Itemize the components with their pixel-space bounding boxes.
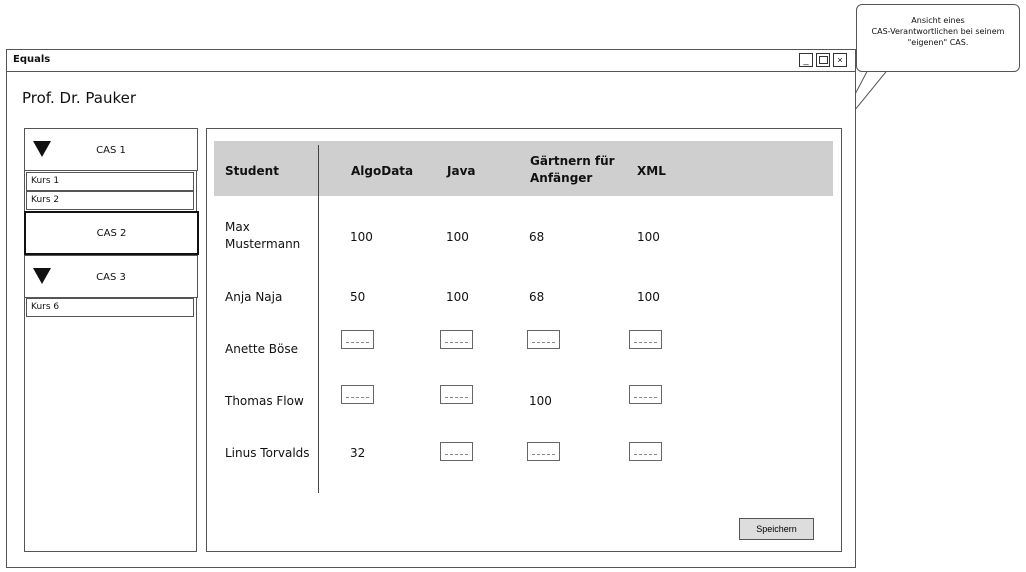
grade-gaertnern: 68 — [529, 290, 545, 304]
annotation-line-2: CAS-Verantwortlichen bei seinem — [871, 27, 1005, 36]
minimize-icon: _ — [803, 55, 809, 65]
close-button[interactable]: × — [833, 53, 847, 67]
maximize-icon — [818, 56, 828, 64]
grade-java: 100 — [446, 230, 469, 244]
header-gaertnern-line-2: Anfänger — [530, 171, 593, 185]
grade-input-xml[interactable] — [629, 330, 662, 349]
window-title: Equals — [13, 54, 51, 65]
cas-1-label: CAS 1 — [96, 145, 126, 156]
kurs-1-item[interactable]: Kurs 1 — [26, 172, 194, 191]
cas-navigation-panel: CAS 1 Kurs 1 Kurs 2 CAS 2 CAS 3 Kurs 6 — [24, 128, 199, 552]
cas-3-header[interactable]: CAS 3 — [24, 255, 198, 298]
cas-2-header-selected[interactable]: CAS 2 — [24, 211, 199, 255]
grade-xml: 100 — [637, 290, 660, 304]
header-java: Java — [447, 164, 476, 178]
grade-input-xml[interactable] — [629, 385, 662, 404]
student-name: Anja Naja — [225, 290, 283, 304]
header-algodata: AlgoData — [351, 164, 414, 178]
annotation-line-3: "eigenen" CAS. — [907, 38, 969, 47]
table-header-row — [214, 141, 833, 196]
header-gaertnern: Gärtnern für Anfänger — [530, 153, 615, 187]
save-button[interactable]: Speichern — [739, 518, 814, 540]
cas-2-label: CAS 2 — [96, 228, 127, 239]
student-name-line-2: Mustermann — [225, 237, 301, 251]
cas-3-label: CAS 3 — [96, 272, 126, 283]
cas-1-header[interactable]: CAS 1 — [24, 128, 198, 171]
grade-input-algodata[interactable] — [341, 385, 374, 404]
app-window: Equals _ × Prof. Dr. Pauker CAS 1 Kurs 1… — [6, 49, 856, 568]
student-column-divider — [318, 145, 319, 493]
annotation-callout: Ansicht eines CAS-Verantwortlichen bei s… — [856, 4, 1020, 72]
kurs-6-item[interactable]: Kurs 6 — [26, 298, 194, 317]
grade-input-java[interactable] — [440, 442, 473, 461]
grade-algodata: 32 — [350, 446, 366, 460]
student-name: Anette Böse — [225, 342, 299, 356]
grade-input-gaertnern[interactable] — [527, 442, 560, 461]
annotation-line-1: Ansicht eines — [911, 16, 965, 25]
minimize-button[interactable]: _ — [799, 53, 813, 67]
student-name: Thomas Flow — [225, 394, 304, 408]
close-icon: × — [837, 55, 843, 65]
grade-java: 100 — [446, 290, 469, 304]
grade-input-xml[interactable] — [629, 442, 662, 461]
student-name-line-1: Max — [225, 220, 250, 234]
grade-input-gaertnern[interactable] — [527, 330, 560, 349]
header-student: Student — [225, 164, 279, 178]
grade-xml: 100 — [637, 230, 660, 244]
grade-gaertnern: 68 — [529, 230, 545, 244]
student-name: Linus Torvalds — [225, 446, 310, 460]
grade-algodata: 100 — [350, 230, 373, 244]
grade-input-java[interactable] — [440, 330, 473, 349]
kurs-2-item[interactable]: Kurs 2 — [26, 191, 194, 210]
grades-panel: Student AlgoData Java Gärtnern für Anfän… — [206, 128, 842, 552]
grade-gaertnern: 100 — [529, 394, 552, 408]
user-name: Prof. Dr. Pauker — [22, 89, 137, 107]
grade-algodata: 50 — [350, 290, 366, 304]
grade-input-java[interactable] — [440, 385, 473, 404]
header-gaertnern-line-1: Gärtnern für — [530, 154, 615, 168]
header-xml: XML — [637, 164, 666, 178]
title-bar: Equals _ × — [7, 50, 855, 72]
maximize-button[interactable] — [816, 53, 830, 67]
student-name: Max Mustermann — [225, 219, 300, 253]
grade-input-algodata[interactable] — [341, 330, 374, 349]
